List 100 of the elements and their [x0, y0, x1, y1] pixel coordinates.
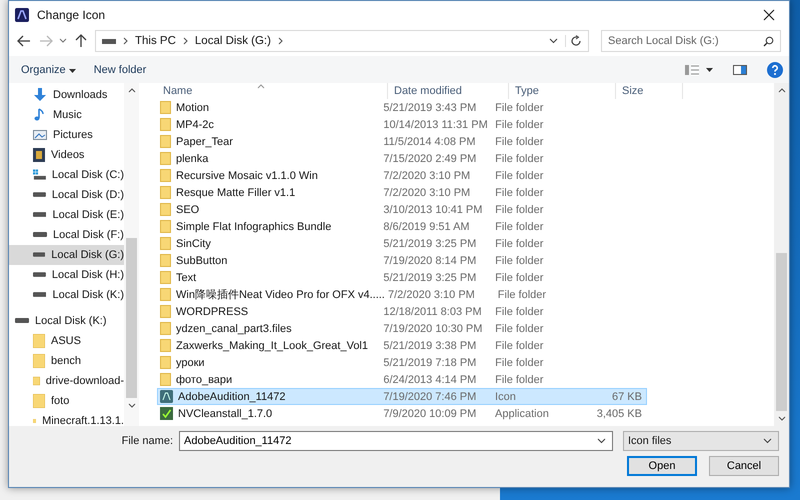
file-row[interactable]: Resque Matte Filler v1.1 7/2/2020 3:10 PM File folder	[157, 184, 647, 201]
chevron-down-icon[interactable]	[597, 438, 606, 444]
file-row[interactable]: Text 5/21/2019 3:25 PM File folder	[157, 269, 647, 286]
new-folder-button[interactable]: New folder	[90, 62, 150, 78]
type-cell-text: File folder	[494, 272, 544, 284]
date-cell-text: 3/10/2013 10:41 PM	[382, 204, 484, 216]
sidebar-item[interactable]: Local Disk (D:)	[9, 185, 124, 205]
sidebar-item[interactable]: Local Disk (H:)	[9, 265, 124, 285]
cancel-button[interactable]: Cancel	[709, 456, 779, 476]
type-cell-text: File folder	[494, 118, 544, 130]
date-cell-text: 11/5/2014 4:08 PM	[382, 136, 477, 148]
file-row[interactable]: ydzen_canal_part3.files 7/19/2020 10:30 PM File folder	[157, 320, 647, 337]
file-row[interactable]: Win降噪插件Neat Video Pro for OFX v4..... 7/2/2020 3:10 PM File folder	[157, 286, 647, 303]
type-cell-text: File folder	[494, 374, 544, 386]
sidebar-scrollbar[interactable]	[124, 83, 139, 426]
sidebar-item[interactable]: Local Disk (E:)	[9, 205, 124, 225]
sidebar-item[interactable]: Local Disk (G:)	[9, 245, 124, 265]
file-list-scrollbar[interactable]	[774, 83, 789, 426]
date-cell-text: 5/21/2019 3:25 PM	[382, 238, 478, 250]
date-cell-text: 8/6/2019 9:51 AM	[382, 220, 471, 232]
sidebar-item[interactable]: Local Disk (C:)	[9, 165, 124, 185]
chevron-down-icon	[763, 438, 772, 444]
file-name: Paper_Tear	[176, 136, 233, 148]
type-cell-text: File folder	[496, 288, 548, 300]
column-header[interactable]: Name	[157, 83, 388, 99]
search-field[interactable]: Search Local Disk (G:)	[601, 30, 781, 52]
app-icon	[15, 8, 29, 22]
chevron-right-icon[interactable]	[278, 37, 283, 45]
chevron-down-icon[interactable]	[59, 38, 67, 44]
file-name-input[interactable]: AdobeAudition_11472	[184, 435, 597, 447]
file-row[interactable]: WORDPRESS 12/18/2011 8:03 PM File folder	[157, 303, 647, 320]
scroll-up-icon[interactable]	[778, 88, 786, 93]
sidebar-item[interactable]: Local Disk (F:)	[9, 225, 124, 245]
drive-icon	[102, 37, 116, 45]
scroll-down-icon[interactable]	[778, 416, 786, 421]
drive-icon	[33, 212, 46, 218]
file-row[interactable]: Simple Flat Infographics Bundle 8/6/2019 9:51 AM File folder	[157, 218, 647, 235]
close-icon	[763, 8, 775, 20]
date-cell-text: 12/18/2011 8:03 PM	[382, 306, 483, 318]
file-row[interactable]: SubButton 7/19/2020 8:14 PM File folder	[157, 252, 647, 269]
sidebar-item[interactable]: foto	[9, 391, 124, 411]
view-options-icon[interactable]	[685, 64, 713, 74]
address-bar[interactable]: This PC Local Disk (G:)	[95, 30, 589, 52]
sidebar-item[interactable]: Local Disk (K:)	[9, 311, 124, 331]
sidebar-item[interactable]: bench	[9, 351, 124, 371]
app-file-icon	[160, 407, 173, 420]
preview-pane-icon[interactable]	[733, 64, 747, 74]
type-cell-text: File folder	[494, 170, 544, 182]
date-cell-text: 7/19/2020 8:14 PM	[382, 254, 478, 266]
file-row[interactable]: Recursive Mosaic v1.1.0 Win 7/2/2020 3:10 PM File folder	[157, 167, 647, 184]
sidebar-item[interactable]: Pictures	[9, 125, 124, 145]
file-name: AdobeAudition_11472	[178, 390, 286, 402]
refresh-icon[interactable]	[565, 35, 582, 47]
drive-icon	[33, 192, 46, 198]
file-row[interactable]: SinCity 5/21/2019 3:25 PM File folder	[157, 235, 647, 252]
file-name: Zaxwerks_Making_It_Look_Great_Vol1	[176, 340, 368, 352]
up-arrow-icon[interactable]	[75, 34, 87, 48]
scroll-up-icon[interactable]	[128, 88, 136, 93]
open-button[interactable]: Open	[627, 456, 697, 476]
sort-caret-icon	[257, 84, 265, 89]
date-cell-text: 7/2/2020 3:10 PM	[382, 170, 472, 182]
file-name: ydzen_canal_part3.files	[176, 322, 292, 334]
back-arrow-icon[interactable]	[17, 35, 31, 47]
folder-icon	[33, 334, 45, 348]
sidebar-item[interactable]: ASUS	[9, 331, 124, 351]
sidebar-item[interactable]: drive-download-	[9, 371, 124, 391]
chevron-right-icon	[182, 37, 188, 45]
file-row[interactable]: Motion 5/21/2019 3:43 PM File folder	[157, 99, 647, 116]
breadcrumb[interactable]: Local Disk (G:)	[194, 35, 271, 47]
file-row[interactable]: plenka 7/15/2020 2:49 PM File folder	[157, 150, 647, 167]
date-cell-text: 5/21/2019 3:25 PM	[382, 272, 478, 284]
sidebar-item[interactable]: Downloads	[9, 85, 124, 105]
sidebar-item[interactable]: Minecraft.1.13.1.	[9, 411, 124, 426]
chevron-down-icon[interactable]	[549, 38, 558, 44]
organize-button[interactable]: Organize	[17, 62, 80, 78]
file-row[interactable]: фото_вари 6/24/2013 4:14 PM File folder	[157, 371, 647, 388]
date-cell-text: 7/2/2020 3:10 PM	[382, 186, 472, 198]
file-row[interactable]: AdobeAudition_11472 7/19/2020 7:46 PM Icon 67 KB	[157, 388, 647, 405]
breadcrumb[interactable]: This PC	[135, 35, 176, 47]
sidebar-item[interactable]: Local Disk (K:)	[9, 285, 124, 305]
file-row[interactable]: MP4-2c 10/14/2013 11:31 PM File folder	[157, 116, 647, 133]
file-row[interactable]: SEO 3/10/2013 10:41 PM File folder	[157, 201, 647, 218]
column-header[interactable]: Size	[616, 83, 683, 99]
file-row[interactable]: Paper_Tear 11/5/2014 4:08 PM File folder	[157, 133, 647, 150]
help-icon[interactable]	[767, 62, 783, 78]
file-row[interactable]: уроки 5/21/2019 7:18 PM File folder	[157, 354, 647, 371]
window-title: Change Icon	[37, 8, 106, 22]
folder-icon	[33, 394, 45, 408]
column-header[interactable]: Date modified	[388, 83, 509, 99]
sidebar-item[interactable]: Music	[9, 105, 124, 125]
drive-icon	[33, 252, 46, 258]
scroll-down-icon[interactable]	[128, 403, 136, 408]
folder-icon	[33, 354, 45, 368]
folder-icon	[160, 288, 171, 301]
file-row[interactable]: NVCleanstall_1.7.0 7/9/2020 10:09 PM Application 3,405 KB	[157, 405, 647, 422]
column-header[interactable]: Type	[509, 83, 616, 99]
file-type-dropdown[interactable]: Icon files	[623, 431, 779, 451]
sidebar-item[interactable]: Videos	[9, 145, 124, 165]
file-name-field[interactable]: AdobeAudition_11472	[179, 431, 613, 451]
file-row[interactable]: Zaxwerks_Making_It_Look_Great_Vol1 5/21/2019 3:38 PM File folder	[157, 337, 647, 354]
